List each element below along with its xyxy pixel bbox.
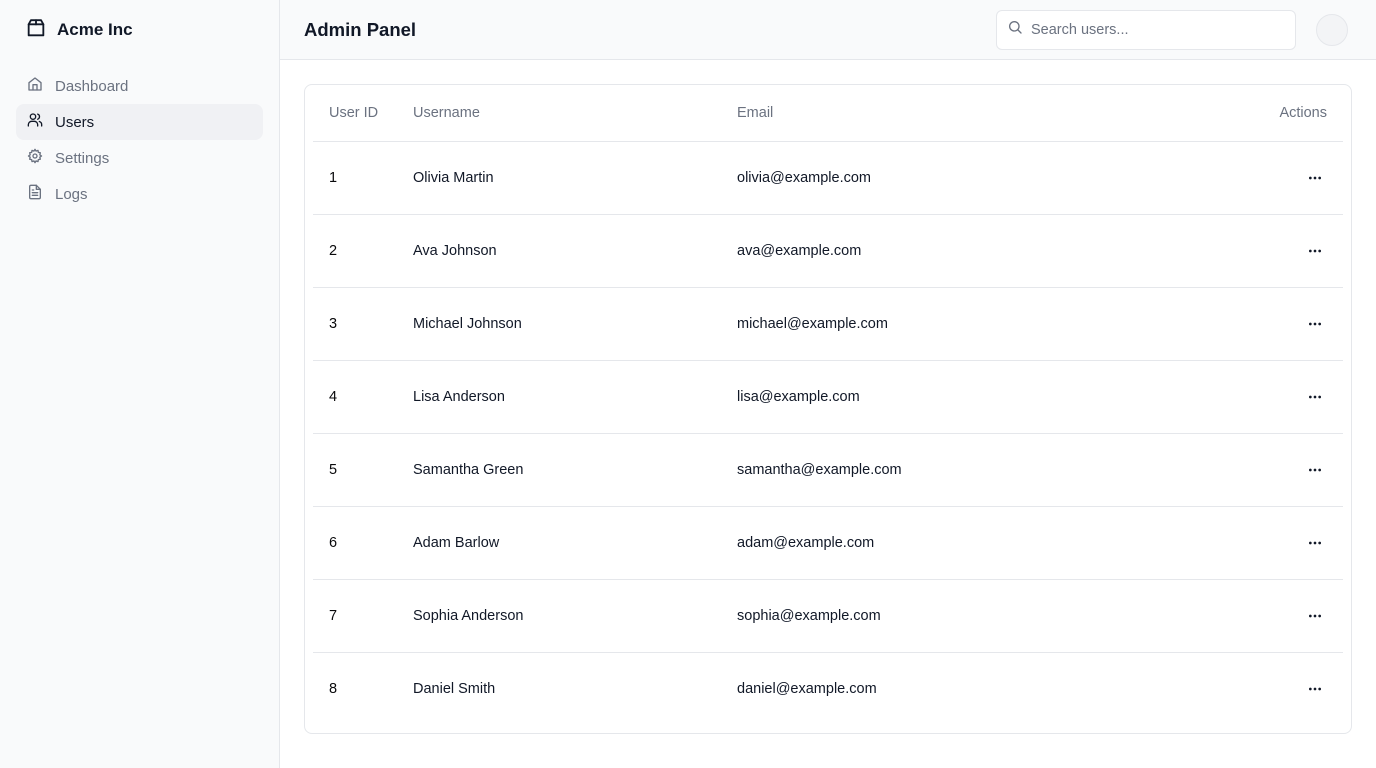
row-actions-button[interactable] xyxy=(1299,235,1331,267)
cell-email: lisa@example.com xyxy=(737,388,860,405)
column-header-actions: Actions xyxy=(1279,104,1327,121)
cell-user-id: 2 xyxy=(329,242,338,259)
row-actions-button[interactable] xyxy=(1299,308,1331,340)
cell-user-id: 5 xyxy=(329,461,338,478)
cell-user-id: 6 xyxy=(329,534,338,551)
cell-user-id: 4 xyxy=(329,388,338,405)
search-icon xyxy=(1007,19,1023,40)
sidebar-nav: Dashboard Users Settings Logs xyxy=(0,60,279,212)
cell-user-id: 7 xyxy=(329,607,338,624)
brand-name: Acme Inc xyxy=(57,20,133,39)
row-actions-button[interactable] xyxy=(1299,673,1331,705)
table-row: 2 Ava Johnson ava@example.com xyxy=(313,214,1343,287)
column-header-user-id[interactable]: User ID xyxy=(313,85,413,141)
cell-email: daniel@example.com xyxy=(737,680,877,697)
cell-email: olivia@example.com xyxy=(737,169,871,186)
column-header-email[interactable]: Email xyxy=(737,85,1253,141)
table-row: 7 Sophia Anderson sophia@example.com xyxy=(313,579,1343,652)
sidebar-item-dashboard[interactable]: Dashboard xyxy=(16,68,263,104)
more-horizontal-icon xyxy=(1309,249,1321,252)
gear-icon xyxy=(27,148,43,168)
cell-actions xyxy=(1253,360,1343,433)
cell-actions xyxy=(1253,141,1343,214)
sidebar: Acme Inc Dashboard Users Settings Logs xyxy=(0,0,280,768)
search-input[interactable] xyxy=(1031,21,1281,38)
table-row: 3 Michael Johnson michael@example.com xyxy=(313,287,1343,360)
cell-actions xyxy=(1253,579,1343,652)
sidebar-item-label: Dashboard xyxy=(55,77,129,95)
table-row: 4 Lisa Anderson lisa@example.com xyxy=(313,360,1343,433)
main: Admin Panel User ID Usern xyxy=(280,0,1376,768)
table-row: 6 Adam Barlow adam@example.com xyxy=(313,506,1343,579)
cell-username: Daniel Smith xyxy=(413,680,496,697)
cell-actions xyxy=(1253,652,1343,725)
cell-email: ava@example.com xyxy=(737,242,862,259)
more-horizontal-icon xyxy=(1309,395,1321,398)
package-icon xyxy=(25,17,47,44)
cell-actions xyxy=(1253,506,1343,579)
cell-username: Sophia Anderson xyxy=(413,607,524,624)
table-header-row: User ID Username Email Actions xyxy=(313,85,1343,141)
cell-user-id: 1 xyxy=(329,169,338,186)
cell-email: sophia@example.com xyxy=(737,607,881,624)
column-header-username[interactable]: Username xyxy=(413,85,737,141)
more-horizontal-icon xyxy=(1309,541,1321,544)
content: User ID Username Email Actions 1 Olivia … xyxy=(280,60,1376,768)
cell-actions xyxy=(1253,214,1343,287)
cell-user-id: 8 xyxy=(329,680,338,697)
avatar[interactable] xyxy=(1316,13,1348,46)
cell-username: Lisa Anderson xyxy=(413,388,505,405)
cell-username: Samantha Green xyxy=(413,461,524,478)
row-actions-button[interactable] xyxy=(1299,527,1331,559)
cell-actions xyxy=(1253,287,1343,360)
users-icon xyxy=(27,112,43,132)
more-horizontal-icon xyxy=(1309,176,1321,179)
row-actions-button[interactable] xyxy=(1299,600,1331,632)
sidebar-item-label: Users xyxy=(55,113,95,131)
users-table-card: User ID Username Email Actions 1 Olivia … xyxy=(304,84,1352,734)
row-actions-button[interactable] xyxy=(1299,381,1331,413)
table-row: 5 Samantha Green samantha@example.com xyxy=(313,433,1343,506)
sidebar-item-label: Settings xyxy=(55,149,110,167)
cell-username: Olivia Martin xyxy=(413,169,494,186)
more-horizontal-icon xyxy=(1309,322,1321,325)
row-actions-button[interactable] xyxy=(1299,162,1331,194)
sidebar-item-users[interactable]: Users xyxy=(16,104,263,140)
users-table: User ID Username Email Actions 1 Olivia … xyxy=(313,85,1343,725)
sidebar-item-settings[interactable]: Settings xyxy=(16,140,263,176)
home-icon xyxy=(27,76,43,96)
brand[interactable]: Acme Inc xyxy=(0,0,279,60)
search-box[interactable] xyxy=(996,9,1296,50)
cell-actions xyxy=(1253,433,1343,506)
table-row: 8 Daniel Smith daniel@example.com xyxy=(313,652,1343,725)
cell-username: Adam Barlow xyxy=(413,534,500,551)
sidebar-item-logs[interactable]: Logs xyxy=(16,176,263,212)
more-horizontal-icon xyxy=(1309,468,1321,471)
file-text-icon xyxy=(27,184,43,204)
more-horizontal-icon xyxy=(1309,687,1321,691)
more-horizontal-icon xyxy=(1309,614,1321,617)
cell-email: michael@example.com xyxy=(737,315,888,332)
top-header: Admin Panel xyxy=(280,0,1376,60)
app-root: Acme Inc Dashboard Users Settings Logs A… xyxy=(0,0,1376,768)
table-row: 1 Olivia Martin olivia@example.com xyxy=(313,141,1343,214)
cell-user-id: 3 xyxy=(329,315,338,332)
row-actions-button[interactable] xyxy=(1299,454,1331,486)
sidebar-item-label: Logs xyxy=(55,185,88,203)
cell-email: samantha@example.com xyxy=(737,461,902,478)
cell-username: Michael Johnson xyxy=(413,315,522,332)
cell-email: adam@example.com xyxy=(737,534,875,551)
page-title: Admin Panel xyxy=(304,18,417,40)
cell-username: Ava Johnson xyxy=(413,242,497,259)
